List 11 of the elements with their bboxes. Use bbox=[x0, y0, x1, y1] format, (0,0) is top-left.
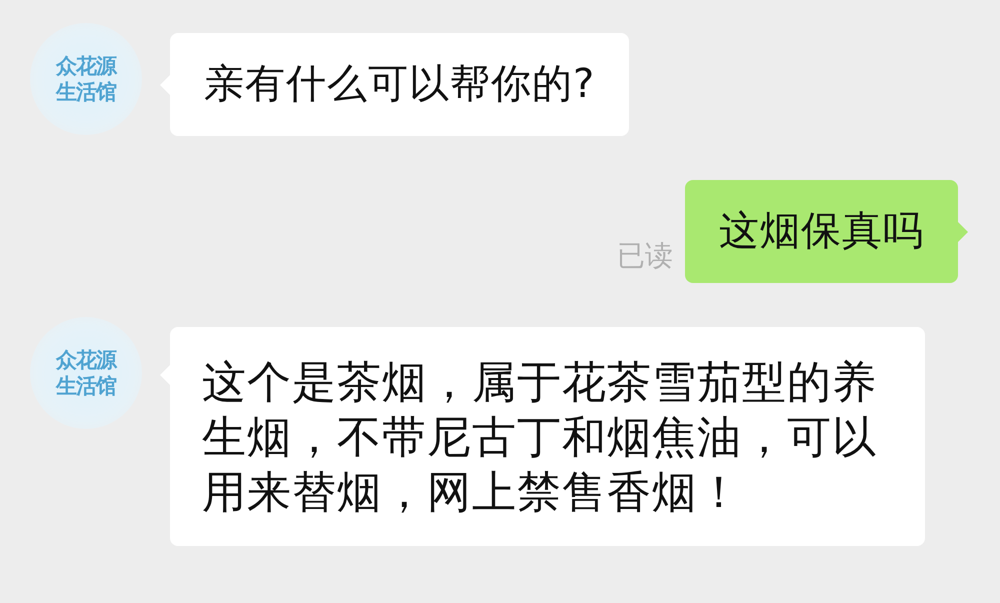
bubble-tail bbox=[958, 222, 968, 242]
avatar-text: 生活馆 bbox=[56, 79, 116, 105]
avatar-text: 众花源 bbox=[56, 347, 116, 373]
shop-avatar[interactable]: 众花源 生活馆 bbox=[30, 23, 142, 135]
shop-avatar[interactable]: 众花源 生活馆 bbox=[30, 317, 142, 429]
avatar-text: 生活馆 bbox=[56, 373, 116, 399]
read-status: 已读 bbox=[617, 238, 673, 274]
message-bubble: 这烟保真吗 bbox=[685, 180, 958, 283]
avatar-text: 众花源 bbox=[56, 53, 116, 79]
message-bubble: 亲有什么可以帮你的? bbox=[170, 33, 630, 136]
message-bubble: 这个是茶烟，属于花茶雪茄型的养生烟，不带尼古丁和烟焦油，可以用来替烟，网上禁售香烟！ bbox=[170, 327, 925, 546]
